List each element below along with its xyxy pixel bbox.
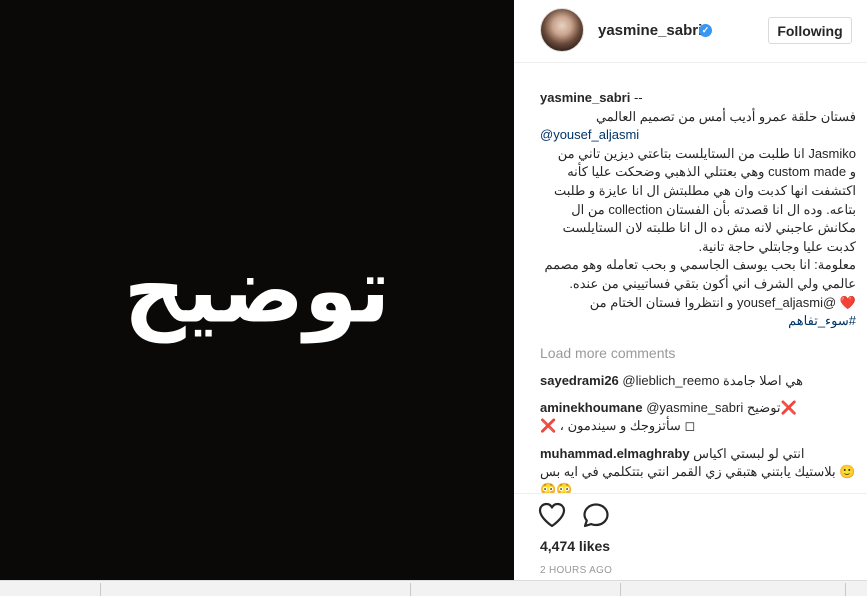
load-more-comments-link[interactable]: Load more comments [540, 345, 675, 361]
comment-item: aminekhoumane @yasmine_sabri توضيح❌ ❌ ، … [540, 399, 856, 435]
comment-text: بلاستيك يابتني هتبقي زي القمر انتي بتتكل… [540, 464, 856, 479]
caption-line: كدبت عليا وجابتلي حاجة تانية. [698, 238, 856, 254]
comment-text: ❌ ، سأتزوجك و سيندمون ◻ [540, 418, 696, 433]
separator [620, 583, 621, 596]
likes-count[interactable]: 4,474 likes [540, 538, 610, 554]
caption: yasmine_sabri -- فستان حلقة عمرو أديب أم… [540, 89, 856, 331]
post-actions: 4,474 likes 2 HOURS AGO [514, 493, 867, 581]
bottom-strip [0, 580, 867, 596]
post-timestamp[interactable]: 2 HOURS AGO [540, 565, 612, 576]
caption-line: مكانش عاجبني لانه مش ده ال انا طلبته لان… [562, 220, 856, 236]
comment-username[interactable]: muhammad.elmaghraby [540, 446, 690, 461]
caption-user-line: yasmine_sabri -- [540, 90, 643, 105]
caption-line: و custom made وهي بعتتلي الذهبي وضحكت عل… [567, 164, 856, 180]
caption-username[interactable]: yasmine_sabri [540, 90, 630, 105]
post-side-panel: yasmine_sabri ✓ Following yasmine_sabri … [514, 0, 867, 580]
verified-badge-icon: ✓ [699, 24, 712, 37]
comment-text: @yasmine_sabri توضيح❌ [646, 400, 797, 415]
header-username[interactable]: yasmine_sabri [598, 22, 702, 39]
post-image[interactable]: توضيح [0, 0, 514, 580]
following-button[interactable]: Following [768, 17, 852, 44]
separator [410, 583, 411, 596]
comment-text: انتي لو لبستي اكياس [693, 446, 805, 461]
caption-line: عالمي ولي الشرف اني أكون بتقي فساتييني م… [569, 275, 856, 291]
separator [100, 583, 101, 596]
caption-line: Jasmiko انا طلبت من الستايلست بتاعتي ديز… [557, 145, 856, 161]
caption-line: ❤️ @yousef_aljasmi و انتظروا فستان الختا… [589, 294, 856, 310]
heart-icon[interactable] [538, 502, 566, 528]
caption-line: بتاعه. وده ال انا قصدته بأن الفستان coll… [571, 201, 856, 217]
caption-line: فستان حلقة عمرو أديب أمس من تصميم العالم… [595, 108, 856, 124]
comments-area[interactable]: yasmine_sabri -- فستان حلقة عمرو أديب أم… [514, 63, 867, 493]
comment-item: muhammad.elmaghraby انتي لو لبستي اكياس … [540, 445, 856, 493]
comment-text: @lieblich_reemo هي اصلا جامدة [622, 373, 803, 388]
caption-mention-link[interactable]: @yousef_aljasmi [540, 126, 856, 145]
comment-username[interactable]: aminekhoumane [540, 400, 643, 415]
post-image-text: توضيح [123, 238, 391, 344]
comment-username[interactable]: sayedrami26 [540, 373, 619, 388]
post-header: yasmine_sabri ✓ Following [514, 0, 867, 63]
comment-item: sayedrami26 @lieblich_reemo هي اصلا جامد… [540, 372, 856, 390]
comment-icon[interactable] [582, 502, 610, 528]
separator [845, 583, 846, 596]
comment-text: 😳😳 [540, 482, 573, 493]
caption-hashtag-link[interactable]: #سوء_تفاهم [540, 312, 856, 331]
avatar[interactable] [540, 8, 584, 52]
caption-line: معلومة: انا بحب يوسف الجاسمي و بحب تعامل… [544, 257, 856, 273]
caption-line: اكتشفت انها كدبت وان هي مطلبتش ال انا عا… [553, 182, 856, 198]
